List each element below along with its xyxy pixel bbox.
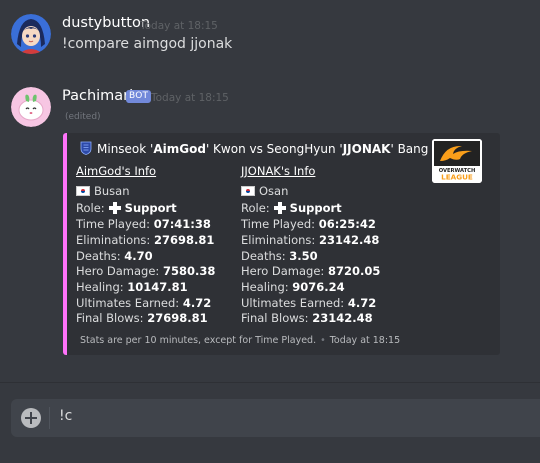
stat-value: 4.72 [182, 295, 212, 310]
stat-value: 27698.81 [153, 232, 215, 247]
stat-value: 4.72 [347, 295, 377, 310]
role-label: Role: [76, 201, 105, 216]
city-row: Busan [76, 184, 215, 200]
stat-label: Healing: [76, 279, 128, 294]
stat-label: Final Blows: [241, 311, 313, 326]
stat-row: Time Played: 06:25:42 [241, 217, 380, 233]
stat-label: Time Played: [76, 217, 154, 232]
stat-row: Hero Damage: 7580.38 [76, 264, 215, 280]
role-row: Role: Support [76, 201, 215, 217]
stats-embed: Minseok 'AimGod' Kwon vs SeongHyun 'JJON… [63, 133, 500, 355]
footer-separator: • [320, 335, 326, 346]
player-field-aimgod: AimGod's Info Busan Role: Support Time Pl… [76, 164, 215, 327]
role-value: Support [124, 201, 177, 216]
stat-row: Healing: 9076.24 [241, 280, 380, 296]
author-text: ' Bang [390, 142, 429, 156]
player-field-jjonak: JJONAK's Info Osan Role: Support Time Pla… [241, 164, 380, 327]
city-row: Osan [241, 184, 380, 200]
support-role-icon [273, 202, 286, 215]
bot-username[interactable]: Pachimari [62, 88, 133, 104]
author-text: Minseok ' [97, 142, 154, 156]
stat-label: Final Blows: [76, 311, 148, 326]
add-attachment-button[interactable] [21, 408, 41, 428]
city-value: Osan [259, 183, 289, 198]
stat-row: Eliminations: 27698.81 [76, 233, 215, 249]
anime-girl-avatar-icon [11, 14, 51, 54]
footer-timestamp: Today at 18:15 [329, 335, 401, 346]
stat-row: Hero Damage: 8720.05 [241, 264, 380, 280]
message-timestamp: Today at 18:15 [140, 20, 218, 32]
korea-flag-icon [241, 185, 255, 196]
role-row: Role: Support [241, 201, 380, 217]
stat-value: 10147.81 [127, 279, 188, 294]
stat-label: Ultimates Earned: [241, 295, 348, 310]
support-role-icon [108, 202, 121, 215]
overwatch-league-logo-icon: OVERWATCH LEAGUE [432, 139, 482, 183]
chat-divider [0, 382, 540, 383]
stat-label: Healing: [241, 279, 293, 294]
stat-value: 8720.05 [327, 264, 381, 279]
field-title: JJONAK's Info [241, 164, 316, 178]
stat-row: Time Played: 07:41:38 [76, 217, 215, 233]
message-text: !compare aimgod jjonak [62, 36, 233, 52]
footer-text: Stats are per 10 minutes, except for Tim… [80, 335, 317, 346]
message-username[interactable]: dustybutton [62, 15, 150, 31]
stat-label: Ultimates Earned: [76, 295, 183, 310]
stat-row: Eliminations: 23142.48 [241, 233, 380, 249]
stat-value: 27698.81 [147, 311, 208, 326]
stat-label: Eliminations: [241, 232, 319, 247]
thumb-line2: LEAGUE [441, 173, 473, 182]
field-title: AimGod's Info [76, 164, 157, 178]
user-avatar[interactable] [11, 14, 51, 54]
stat-value: 06:25:42 [318, 217, 376, 232]
overwatch-league-thumbnail[interactable]: OVERWATCH LEAGUE [432, 139, 482, 183]
city-value: Busan [94, 183, 130, 198]
pachimari-avatar-icon [11, 87, 51, 127]
stat-row: Ultimates Earned: 4.72 [241, 296, 380, 312]
message-composer[interactable] [11, 399, 540, 437]
stat-label: Hero Damage: [241, 264, 328, 279]
stat-value: 23142.48 [312, 311, 373, 326]
stat-row: Healing: 10147.81 [76, 280, 215, 296]
embed-footer: Stats are per 10 minutes, except for Tim… [80, 335, 400, 346]
stat-value: 3.50 [289, 248, 318, 263]
stat-label: Hero Damage: [76, 264, 163, 279]
role-label: Role: [241, 201, 270, 216]
author-player1: AimGod [153, 142, 206, 156]
stat-row: Ultimates Earned: 4.72 [76, 296, 215, 312]
role-value: Support [289, 201, 342, 216]
stat-label: Time Played: [241, 217, 319, 232]
stat-row: Deaths: 4.70 [76, 249, 215, 265]
edited-label: (edited) [65, 112, 101, 122]
stat-value: 9076.24 [292, 279, 345, 294]
stat-row: Deaths: 3.50 [241, 249, 380, 265]
stat-label: Eliminations: [76, 232, 154, 247]
embed-author: Minseok 'AimGod' Kwon vs SeongHyun 'JJON… [80, 141, 452, 156]
stat-row: Final Blows: 27698.81 [76, 311, 215, 327]
bot-avatar[interactable] [11, 87, 51, 127]
korea-flag-icon [76, 185, 90, 196]
message-timestamp: Today at 18:15 [151, 92, 229, 104]
bot-badge: BOT [126, 90, 152, 103]
stat-value: 07:41:38 [153, 217, 211, 232]
stat-label: Deaths: [241, 248, 290, 263]
author-player2: JJONAK [342, 142, 391, 156]
stat-row: Final Blows: 23142.48 [241, 311, 380, 327]
message-input[interactable] [59, 408, 519, 424]
team-badge-icon [80, 141, 92, 155]
composer-separator [49, 407, 50, 429]
stat-label: Deaths: [76, 248, 125, 263]
stat-value: 7580.38 [162, 264, 216, 279]
stat-value: 23142.48 [318, 232, 380, 247]
author-text: ' Kwon vs SeongHyun ' [205, 142, 343, 156]
stat-value: 4.70 [124, 248, 153, 263]
